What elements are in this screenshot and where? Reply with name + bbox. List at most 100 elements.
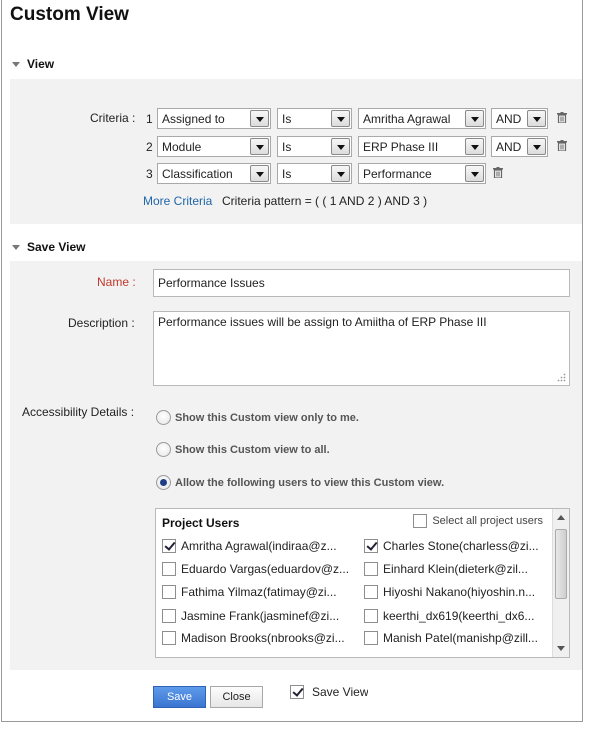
dropdown-arrow-icon [250, 138, 269, 155]
radio-button[interactable] [156, 410, 171, 425]
user-checkbox[interactable] [364, 585, 378, 599]
accessibility-label: Accessibility Details : [22, 405, 135, 419]
user-label: Eduardo Vargas(eduardov@z... [181, 562, 350, 576]
dropdown-arrow-icon [331, 110, 350, 127]
user-item[interactable]: Hiyoshi Nakano(hiyoshin.n... [364, 585, 548, 599]
criteria-operator-select[interactable]: Is [277, 108, 352, 129]
radio-label: Show this Custom view to all. [175, 443, 330, 456]
resize-grip-icon[interactable] [557, 373, 566, 382]
scrollbar-thumb[interactable] [555, 529, 567, 599]
user-checkbox[interactable] [162, 539, 176, 553]
save-view-checkbox[interactable] [290, 685, 304, 699]
select-value: AND [496, 140, 522, 154]
user-item[interactable]: Manish Patel(manishp@zill... [364, 631, 548, 645]
view-section-heading: View [27, 57, 55, 71]
user-label: Manish Patel(manishp@zill... [383, 631, 538, 645]
user-label: keerthi_dx619(keerthi_dx6... [383, 609, 535, 623]
project-users-heading: Project Users [162, 516, 240, 530]
radio-button[interactable] [156, 475, 171, 490]
users-scrollbar[interactable] [552, 509, 569, 657]
user-label: Charles Stone(charless@zi... [383, 539, 539, 553]
select-value: Module [162, 140, 202, 154]
criteria-conjunction-select[interactable]: AND [491, 136, 548, 157]
user-item[interactable]: Eduardo Vargas(eduardov@z... [162, 562, 352, 576]
user-checkbox[interactable] [364, 609, 378, 623]
description-textarea[interactable]: Performance issues will be assign to Ami… [153, 311, 570, 386]
radio-button[interactable] [156, 442, 171, 457]
user-label: Madison Brooks(nbrooks@zi... [181, 631, 345, 645]
save-view-label: Save View [312, 685, 369, 699]
user-label: Amritha Agrawal(indiraa@z... [181, 539, 337, 553]
select-value: Amritha Agrawal [363, 112, 451, 126]
criteria-operator-select[interactable]: Is [277, 163, 352, 184]
user-checkbox[interactable] [162, 631, 176, 645]
trash-icon[interactable] [557, 112, 567, 123]
user-item[interactable]: Amritha Agrawal(indiraa@z... [162, 539, 352, 553]
select-all-label: Select all project users [432, 515, 543, 527]
radio-following-users[interactable]: Allow the following users to view this C… [156, 475, 444, 490]
collapse-triangle-icon [12, 244, 20, 250]
scroll-down-arrow-icon[interactable] [557, 646, 565, 651]
select-value: AND [496, 112, 522, 126]
save-view-toggle[interactable]: Save View [290, 685, 368, 699]
criteria-row-number: 2 [146, 140, 153, 154]
user-label: Hiyoshi Nakano(hiyoshin.n... [383, 585, 536, 599]
select-value: Classification [162, 167, 233, 181]
user-checkbox[interactable] [162, 609, 176, 623]
radio-all[interactable]: Show this Custom view to all. [156, 442, 330, 457]
criteria-row-number: 1 [146, 112, 153, 126]
criteria-value-select[interactable]: ERP Phase III [358, 136, 486, 157]
user-item[interactable]: Fathima Yilmaz(fatimay@zi... [162, 585, 352, 599]
radio-only-me[interactable]: Show this Custom view only to me. [156, 410, 359, 425]
select-value: Assigned to [162, 112, 225, 126]
user-item[interactable]: Jasmine Frank(jasminef@zi... [162, 609, 352, 623]
more-criteria-link[interactable]: More Criteria [143, 194, 212, 208]
criteria-label: Criteria : [90, 111, 136, 125]
select-all-checkbox[interactable] [413, 514, 428, 528]
save-button[interactable]: Save [153, 686, 206, 708]
project-users-list: Project Users Select all project users A… [155, 508, 570, 658]
dropdown-arrow-icon [331, 165, 350, 182]
user-item[interactable]: Einhard Klein(dieterk@zil... [364, 562, 548, 576]
name-input[interactable]: Performance Issues [153, 269, 570, 297]
select-value: Is [282, 140, 292, 154]
select-value: Is [282, 167, 292, 181]
criteria-field-select[interactable]: Classification [157, 163, 271, 184]
criteria-value-select[interactable]: Amritha Agrawal [358, 108, 486, 129]
dropdown-arrow-icon [465, 110, 484, 127]
dropdown-arrow-icon [465, 138, 484, 155]
criteria-field-select[interactable]: Module [157, 136, 271, 157]
dropdown-arrow-icon [250, 165, 269, 182]
scroll-up-arrow-icon[interactable] [557, 515, 565, 520]
select-value: Is [282, 112, 292, 126]
user-item[interactable]: keerthi_dx619(keerthi_dx6... [364, 609, 548, 623]
user-checkbox[interactable] [162, 585, 176, 599]
dropdown-arrow-icon [250, 110, 269, 127]
close-button[interactable]: Close [210, 686, 263, 708]
user-label: Einhard Klein(dieterk@zil... [383, 562, 528, 576]
user-checkbox[interactable] [162, 562, 176, 576]
save-view-section-heading: Save View [27, 240, 86, 254]
criteria-row-number: 3 [146, 167, 153, 181]
user-checkbox[interactable] [364, 562, 378, 576]
criteria-value-select[interactable]: Performance [358, 163, 486, 184]
collapse-triangle-icon [12, 61, 20, 67]
user-label: Fathima Yilmaz(fatimay@zi... [181, 585, 337, 599]
trash-icon[interactable] [557, 140, 567, 151]
dropdown-arrow-icon [527, 110, 546, 127]
criteria-operator-select[interactable]: Is [277, 136, 352, 157]
criteria-conjunction-select[interactable]: AND [491, 108, 548, 129]
radio-label: Show this Custom view only to me. [175, 411, 359, 424]
description-label: Description : [68, 316, 135, 330]
criteria-field-select[interactable]: Assigned to [157, 108, 271, 129]
trash-icon[interactable] [493, 167, 503, 178]
user-label: Jasmine Frank(jasminef@zi... [181, 609, 340, 623]
save-view-section-toggle[interactable]: Save View [12, 240, 86, 254]
user-checkbox[interactable] [364, 539, 378, 553]
user-checkbox[interactable] [364, 631, 378, 645]
user-item[interactable]: Madison Brooks(nbrooks@zi... [162, 631, 352, 645]
view-section-toggle[interactable]: View [12, 57, 54, 71]
user-item[interactable]: Charles Stone(charless@zi... [364, 539, 548, 553]
select-all-users[interactable]: Select all project users [413, 514, 543, 528]
page-title: Custom View [10, 4, 129, 25]
